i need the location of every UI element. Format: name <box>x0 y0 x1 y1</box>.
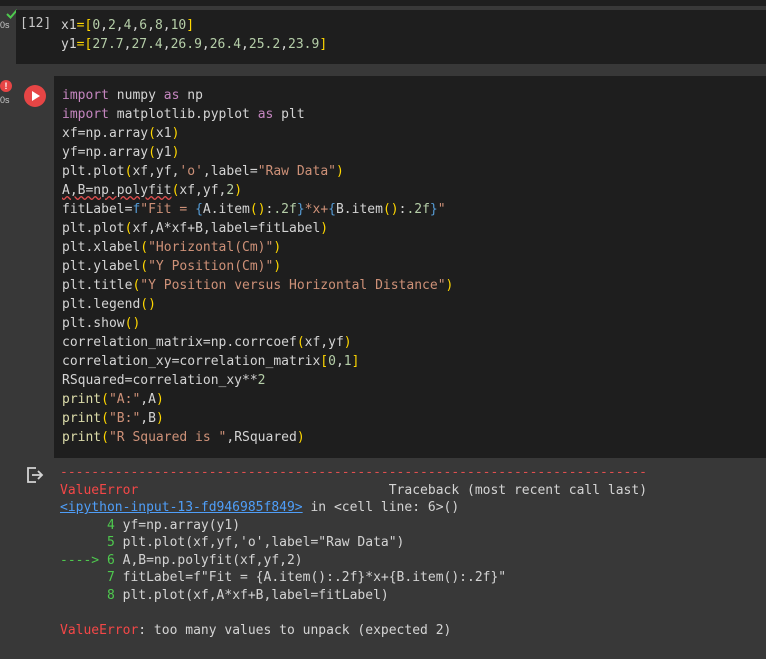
code-line: yf=np.array(y1) <box>62 145 180 160</box>
code-line: import matplotlib.pyplot as plt <box>62 107 305 122</box>
code-line: plt.show() <box>62 316 141 331</box>
code-line: fitLabel=f"Fit = {A.item():.2f}*x+{B.ite… <box>62 202 446 217</box>
traceback-line: 8 plt.plot(xf,A*xf+B,label=fitLabel) <box>60 587 389 603</box>
code-cell-1[interactable]: [12] x1=[0,2,4,6,8,10] y1=[27.7,27.4,26.… <box>16 10 766 64</box>
run-cell-button[interactable] <box>24 85 46 107</box>
code-line: print("A:",A) <box>62 392 164 407</box>
traceback-line: 4 yf=np.array(y1) <box>60 517 241 533</box>
code-editor-1[interactable]: x1=[0,2,4,6,8,10] y1=[27.7,27.4,26.9,26.… <box>61 16 327 54</box>
code-line: plt.legend() <box>62 297 156 312</box>
code-line: print("R Squared is ",RSquared) <box>62 430 305 445</box>
cell-run-time: 0s <box>0 20 10 30</box>
code-line: plt.ylabel("Y Position(Cm)") <box>62 259 282 274</box>
cell-run-time: 0s <box>0 95 10 105</box>
top-strip <box>0 0 766 6</box>
execution-count: [12] <box>20 16 52 31</box>
traceback-output: ----------------------------------------… <box>60 464 647 639</box>
code-line: plt.title("Y Position versus Horizontal … <box>62 278 454 293</box>
traceback-line-current: ----> 6 A,B=np.polyfit(xf,yf,2) <box>60 552 303 568</box>
code-line: x1=[0,2,4,6,8,10] <box>61 18 195 33</box>
error-name: ValueError <box>60 482 139 498</box>
error-badge-icon: ! <box>0 80 12 92</box>
final-error-message: : too many values to unpack (expected 2) <box>138 622 452 638</box>
code-line: y1=[27.7,27.4,26.9,26.4,25.2,23.9] <box>61 37 328 52</box>
traceback-line: 5 plt.plot(xf,yf,'o',label="Raw Data") <box>60 535 405 550</box>
code-line: plt.plot(xf,yf,'o',label="Raw Data") <box>62 164 344 179</box>
code-line: xf=np.array(x1) <box>62 126 180 141</box>
code-cell-2[interactable]: ! 0s import numpy as np import matplotli… <box>0 76 766 458</box>
code-line: import numpy as np <box>62 88 203 103</box>
traceback-location: in <cell line: 6>() <box>302 500 460 515</box>
code-line: A,B=np.polyfit(xf,yf,2) <box>62 183 243 198</box>
code-line: plt.plot(xf,A*xf+B,label=fitLabel) <box>62 221 329 236</box>
final-error-name: ValueError <box>60 622 139 638</box>
code-editor-2[interactable]: import numpy as np import matplotlib.pyp… <box>62 86 453 447</box>
cell-gutter <box>16 76 54 458</box>
code-line: correlation_xy=correlation_matrix[0,1] <box>62 354 360 369</box>
code-line: plt.xlabel("Horizontal(Cm)") <box>62 240 282 255</box>
traceback-label: Traceback (most recent call last) <box>388 482 648 498</box>
traceback-divider: ----------------------------------------… <box>60 465 647 480</box>
code-line: print("B:",B) <box>62 411 164 426</box>
traceback-line: 7 fitLabel=f"Fit = {A.item():.2f}*x+{B.i… <box>60 570 507 585</box>
cell-output: ----------------------------------------… <box>0 458 766 659</box>
code-line: RSquared=correlation_xy**2 <box>62 373 266 388</box>
code-line: correlation_matrix=np.corrcoef(xf,yf) <box>62 335 352 350</box>
traceback-input-link[interactable]: <ipython-input-13-fd946985f849> <box>60 500 303 515</box>
output-actions-icon[interactable] <box>25 466 45 484</box>
